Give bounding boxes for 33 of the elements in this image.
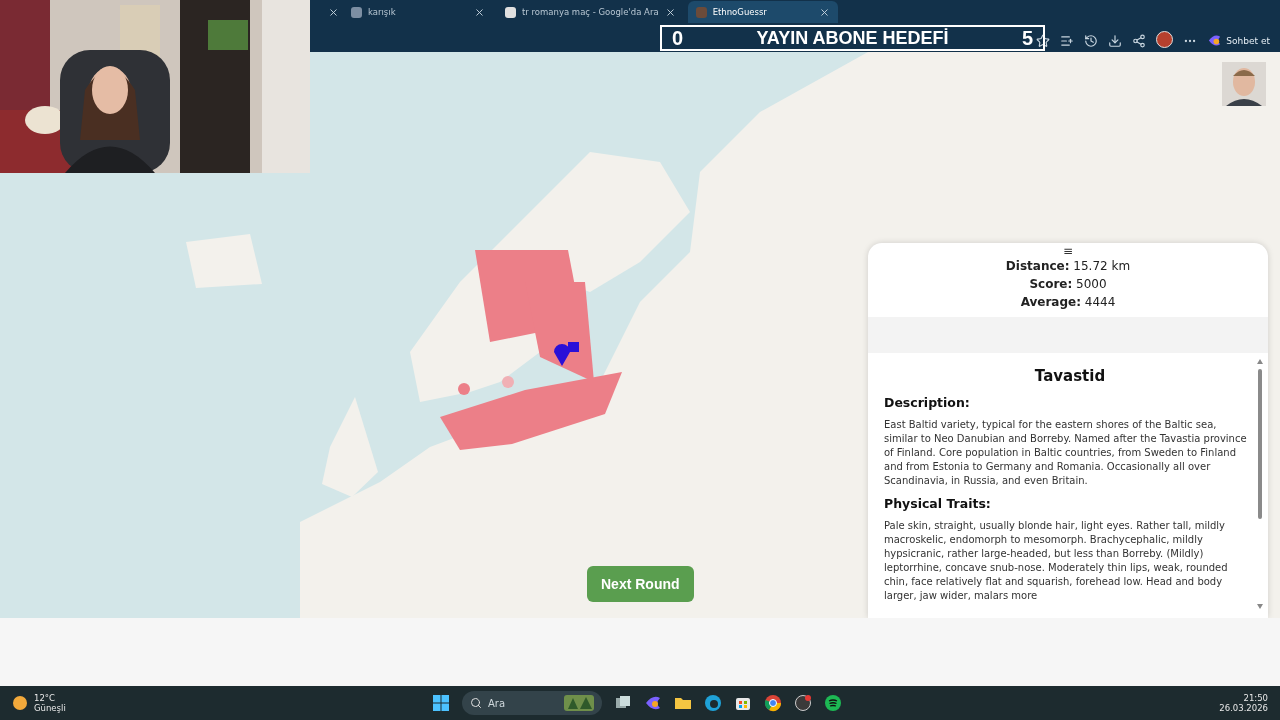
favicon-icon: [505, 6, 516, 18]
sun-icon: [12, 695, 28, 711]
star-icon[interactable]: [1036, 34, 1051, 48]
browser-tab[interactable]: karışık: [343, 1, 493, 23]
browser-tab[interactable]: tr romanya maç - Google'da Ara: [497, 1, 684, 23]
sparkle-icon: [1207, 33, 1223, 48]
favorites-icon[interactable]: [1060, 34, 1075, 48]
close-icon[interactable]: [474, 6, 485, 18]
profile-avatar[interactable]: [1156, 31, 1174, 48]
music-app-icon[interactable]: [824, 694, 842, 712]
goal-target-count: 5: [1021, 28, 1033, 48]
search-icon: [470, 697, 482, 709]
record-icon[interactable]: [794, 694, 812, 712]
close-icon[interactable]: [664, 6, 676, 18]
goal-title: YAYIN ABONE HEDEFİ: [756, 28, 949, 48]
chat-button[interactable]: Sohbet et: [1207, 33, 1270, 48]
favicon-icon: [695, 6, 707, 18]
temperature-text: 12°C: [34, 693, 56, 703]
favicon-icon: [351, 6, 362, 18]
weather-condition: Güneşli: [34, 703, 66, 713]
search-field[interactable]: Ara: [462, 691, 602, 715]
sparkle-icon[interactable]: [644, 694, 662, 712]
browser-tab[interactable]: EthnoGuessr: [687, 1, 838, 23]
close-icon[interactable]: [818, 6, 830, 18]
share-icon[interactable]: [1132, 34, 1147, 48]
landscape-icon: [564, 695, 594, 711]
clock-date: 26.03.2026: [1219, 703, 1268, 713]
windows-icon[interactable]: [432, 694, 450, 712]
history-icon[interactable]: [1084, 34, 1099, 48]
goal-current-count: 0: [672, 28, 684, 48]
close-icon[interactable]: [328, 6, 339, 18]
clock-time: 21:50: [1243, 693, 1268, 703]
download-icon[interactable]: [1108, 34, 1123, 48]
